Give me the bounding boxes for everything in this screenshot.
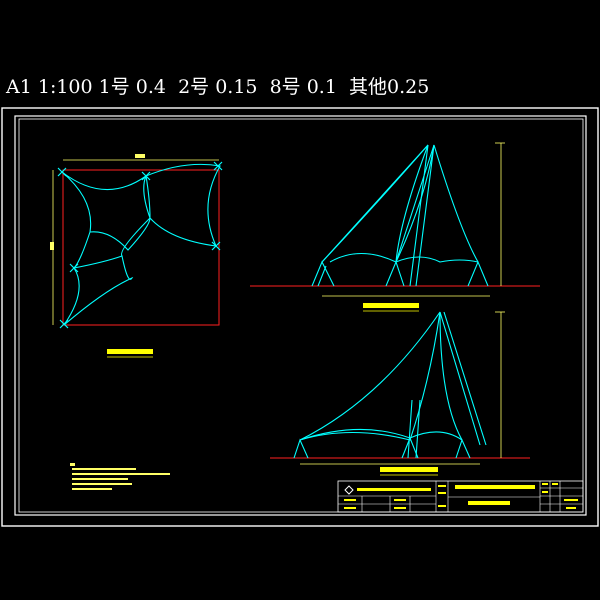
inner-frame <box>14 115 587 516</box>
outer-frame <box>1 107 599 527</box>
company-name <box>357 488 431 491</box>
title-cell-label-4 <box>394 507 406 509</box>
title-cell-label-10 <box>542 491 548 493</box>
plan-boundary <box>62 169 220 326</box>
cad-drawing-canvas[interactable] <box>0 0 600 600</box>
title-cell-label-12 <box>566 507 576 509</box>
front-base-3 <box>467 260 489 287</box>
front-base-1 <box>311 260 335 287</box>
notes-line-1 <box>72 468 136 470</box>
title-cell-label-6 <box>438 492 446 494</box>
plan-membrane-outline <box>61 163 221 326</box>
title-cell-label-8 <box>542 483 548 485</box>
plan-dimension-top-label <box>135 154 145 158</box>
side-membrane <box>299 311 463 441</box>
company-logo-icon <box>344 485 354 495</box>
notes-block <box>70 463 170 490</box>
plan-pole-1 <box>57 167 67 177</box>
title-cell-label-9 <box>552 483 558 485</box>
title-cell-label-11 <box>564 499 578 501</box>
notes-line-5 <box>72 488 112 490</box>
project-name <box>455 485 535 489</box>
title-cell-label-1 <box>344 499 356 501</box>
title-cell-label-7 <box>438 505 446 507</box>
notes-heading <box>70 463 75 466</box>
title-cell-label-2 <box>344 507 356 509</box>
notes-line-4 <box>72 483 132 485</box>
drawing-border <box>18 118 584 513</box>
front-base-2 <box>385 260 405 287</box>
plan-view-caption <box>107 349 153 354</box>
notes-line-2 <box>72 473 170 475</box>
side-base-2 <box>401 436 419 459</box>
plan-membrane-edge <box>89 175 151 251</box>
title-cell-label-5 <box>438 485 446 487</box>
front-membrane <box>321 144 479 263</box>
side-mast <box>439 311 487 446</box>
front-elevation <box>250 142 540 312</box>
plan-view <box>50 154 223 358</box>
front-elevation-caption <box>363 303 419 308</box>
drawing-name <box>468 501 510 505</box>
side-base-3 <box>455 438 471 459</box>
front-membrane-edge <box>329 253 479 263</box>
plan-dimension-left-label <box>50 242 54 250</box>
title-cell-label-3 <box>394 499 406 501</box>
side-base-1 <box>293 438 309 459</box>
side-elevation <box>270 311 530 476</box>
plan-pole-6 <box>59 319 69 329</box>
side-elevation-caption <box>380 467 438 472</box>
notes-line-3 <box>72 478 128 480</box>
title-block <box>337 480 584 513</box>
